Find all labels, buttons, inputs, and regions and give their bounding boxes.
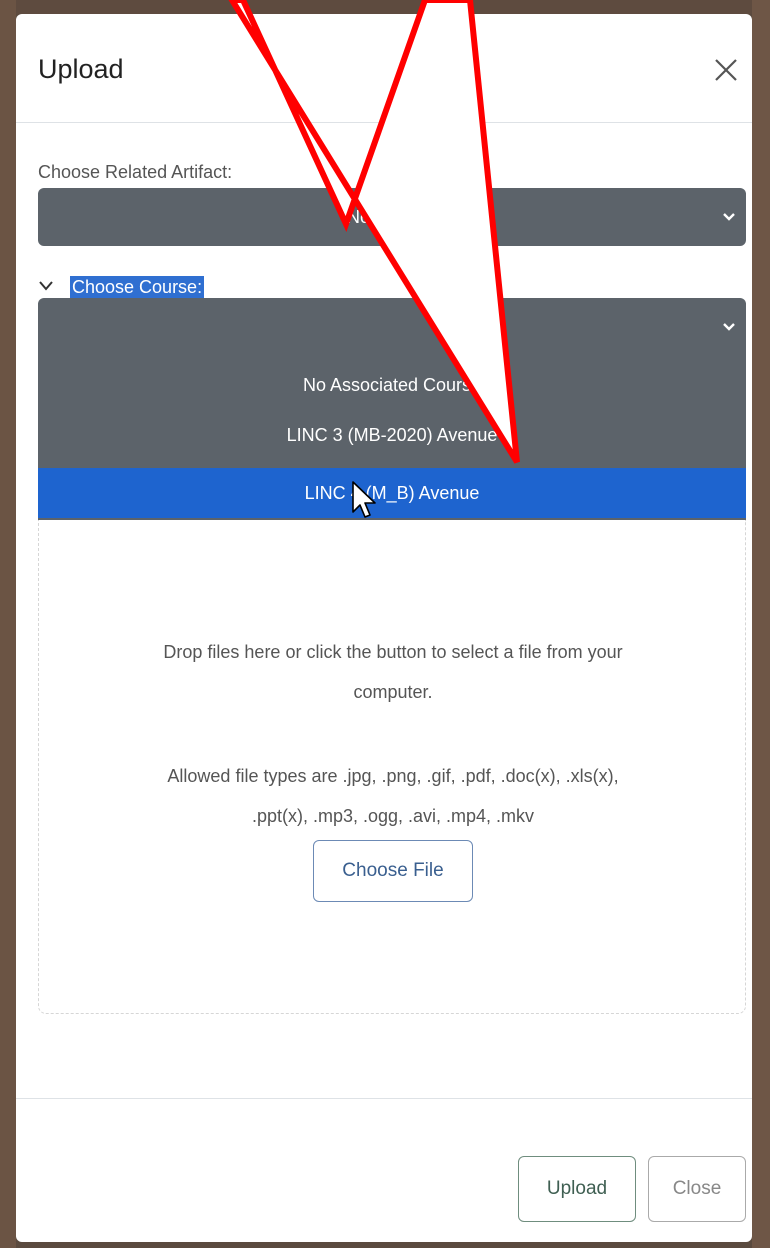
dropzone-instruction-line1: Drop files here or click the button to s… [163,642,623,662]
close-icon[interactable] [708,52,744,88]
dropzone-types-line2: .ppt(x), .mp3, .ogg, .avi, .mp4, .mkv [251,806,535,826]
upload-modal: Upload Choose Related Artifact: No Relat… [16,14,752,1242]
file-dropzone[interactable]: Drop files here or click the button to s… [38,520,746,1014]
course-option[interactable]: LINC 3 (MB-2020) Avenue [38,410,746,460]
choose-file-button[interactable]: Choose File [313,840,473,902]
modal-title: Upload [38,54,124,84]
dropzone-types-line1: Allowed file types are .jpg, .png, .gif,… [167,766,619,786]
course-option[interactable]: No Associated Course [38,360,746,410]
close-button[interactable]: Close [648,1156,746,1222]
artifact-select[interactable]: No Related [38,188,746,246]
artifact-label: Choose Related Artifact: [38,162,233,182]
course-select[interactable] [38,298,746,356]
upload-button[interactable]: Upload [518,1156,636,1222]
artifact-select-value: No Related [346,207,438,227]
page-backdrop-left [0,0,16,1248]
modal-header: Upload [16,14,752,123]
course-option-active[interactable]: LINC 4 (M_B) Avenue [38,468,746,518]
chevron-down-icon [39,281,53,291]
page-backdrop-right [752,0,770,1248]
course-options-list: No Associated Course LINC 3 (MB-2020) Av… [38,350,746,520]
dropzone-instruction-line2: computer. [353,682,433,702]
mouse-pointer-icon [352,481,376,518]
chevron-down-icon [723,213,735,221]
modal-footer: Upload Close [16,1098,752,1242]
page-backdrop-top [0,0,770,14]
chevron-down-icon [723,323,735,331]
course-label-text: Choose Course: [70,276,205,299]
